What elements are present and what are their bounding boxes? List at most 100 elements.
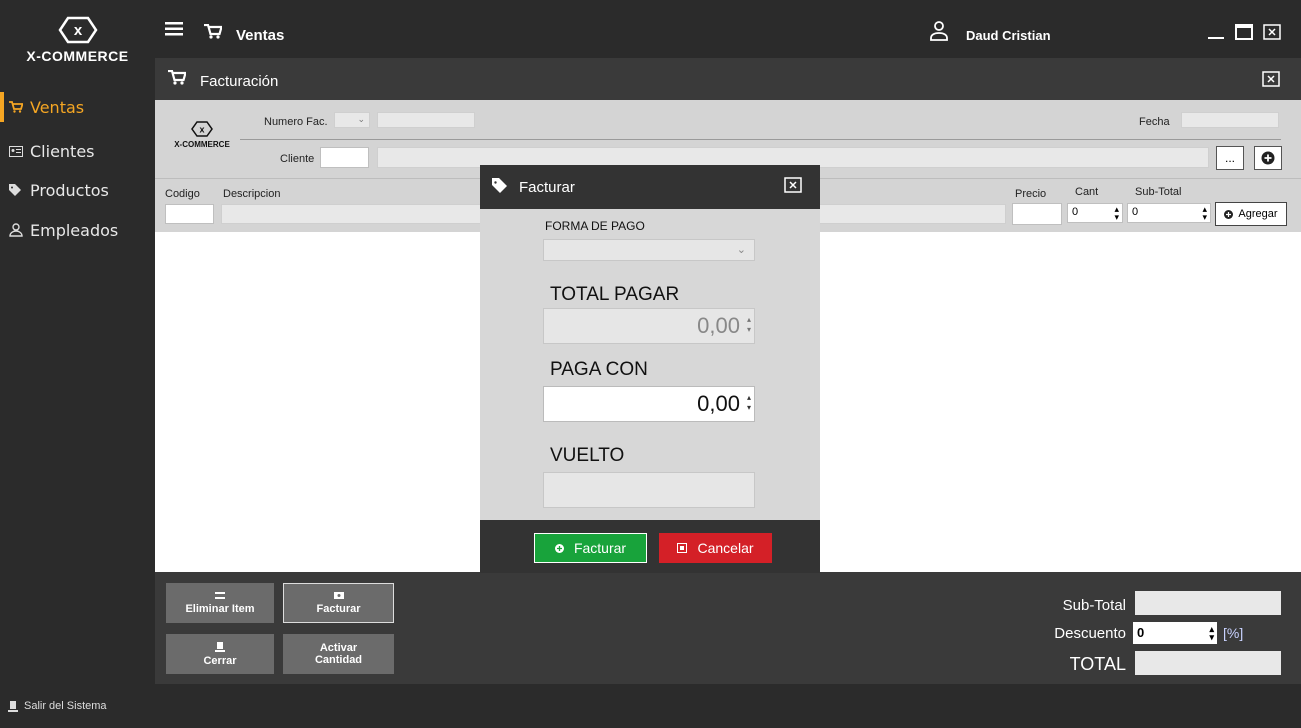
cerrar-button[interactable]: Cerrar (166, 634, 274, 674)
forma-pago-label: FORMA DE PAGO (545, 219, 645, 233)
spinner-icon: ▴ ▾ (746, 315, 751, 334)
svg-text:x: x (199, 125, 204, 135)
small-brand-name: X-COMMERCE (174, 140, 230, 149)
numero-fac-select[interactable]: ⌄ (334, 112, 370, 128)
cant-label: Cant (1075, 186, 1099, 198)
close-icon (677, 543, 688, 553)
cliente-search-label: ... (1224, 151, 1235, 165)
spinner-icon[interactable]: ▴ ▾ (1209, 625, 1214, 642)
id-card-icon (8, 143, 24, 159)
user-icon (929, 21, 949, 41)
codigo-input[interactable] (165, 204, 214, 224)
subtotal-label: Sub-Total (1135, 186, 1182, 198)
sidebar-item-ventas[interactable]: Ventas (0, 92, 155, 122)
close-icon[interactable] (1263, 24, 1281, 40)
cart-icon (168, 70, 186, 85)
spinner-icon[interactable]: ▴ ▾ (1202, 205, 1207, 222)
close-icon[interactable] (784, 177, 802, 193)
logout-label: Salir del Sistema (24, 700, 107, 712)
descripcion-label: Descripcion (223, 188, 281, 200)
precio-input[interactable] (1012, 203, 1062, 225)
paga-con-value: 0,00 (697, 391, 740, 416)
minimize-icon[interactable] (1207, 24, 1225, 40)
cart-icon (204, 24, 222, 39)
brand-name: X-COMMERCE (26, 48, 129, 64)
codigo-label: Codigo (165, 188, 200, 200)
descuento-stepper[interactable]: 0 ▴ ▾ (1133, 622, 1217, 644)
spinner-icon[interactable]: ▴ ▾ (1114, 205, 1119, 222)
total-pagar-field: 0,00 ▴ ▾ (543, 308, 755, 344)
exit-icon (8, 700, 18, 712)
plus-circle-icon (1261, 151, 1275, 165)
vuelto-label: VUELTO (550, 445, 625, 466)
fecha-input[interactable] (1181, 112, 1279, 128)
cant-value: 0 (1072, 206, 1079, 218)
numero-fac-label: Numero Fac. (264, 116, 328, 128)
facturar-dialog (480, 165, 820, 573)
x-commerce-logo-icon: x (191, 120, 213, 138)
confirm-facturar-label: Facturar (573, 540, 627, 556)
plus-circle-icon (1224, 209, 1234, 219)
total-field (1135, 651, 1281, 675)
window-header (155, 58, 1301, 100)
cancelar-button[interactable]: Cancelar (659, 533, 772, 563)
top-bar (155, 0, 1301, 58)
cantidad-label: Cantidad (314, 654, 363, 666)
facturar-label: Facturar (316, 602, 361, 615)
cant-stepper[interactable]: 0 ▴ ▾ (1067, 203, 1123, 223)
sidebar-item-empleados[interactable]: Empleados (0, 215, 155, 245)
footer-bar (0, 684, 1301, 728)
percent-label: [%] (1223, 625, 1244, 641)
user-name[interactable]: Daud Cristian (966, 28, 1051, 43)
forma-pago-select[interactable]: ⌄ (543, 239, 755, 261)
cart-icon (8, 99, 24, 115)
descuento-value: 0 (1137, 625, 1145, 640)
chevron-down-icon: ⌄ (357, 114, 365, 124)
confirm-facturar-button[interactable]: Facturar (534, 533, 647, 563)
subtotal-total-label: Sub-Total (1062, 597, 1126, 614)
hamburger-menu-icon[interactable] (165, 22, 183, 36)
agregar-button[interactable]: Agregar (1215, 202, 1287, 226)
module-title: Ventas (236, 27, 285, 44)
fecha-label: Fecha (1139, 116, 1170, 128)
subtotal-stepper[interactable]: 0 ▴ ▾ (1127, 203, 1211, 223)
sidebar-item-label: Clientes (30, 141, 95, 161)
x-commerce-logo-icon: x (57, 14, 98, 46)
spinner-icon[interactable]: ▴ ▾ (747, 393, 751, 413)
exit-icon (215, 641, 225, 652)
tag-icon (8, 182, 24, 198)
logout-button[interactable]: Salir del Sistema (8, 700, 107, 712)
paga-con-label: PAGA CON (550, 359, 648, 380)
chevron-down-icon: ⌄ (736, 244, 746, 256)
subtotal-value: 0 (1132, 206, 1139, 218)
tags-icon (492, 178, 510, 194)
svg-text:x: x (73, 22, 82, 39)
paga-con-stepper[interactable]: 0,00 ▴ ▾ (543, 386, 755, 422)
maximize-icon[interactable] (1235, 24, 1253, 40)
user-icon (8, 222, 24, 238)
plus-circle-icon (554, 543, 564, 553)
sidebar-item-clientes[interactable]: Clientes (0, 136, 155, 166)
cash-icon (333, 591, 344, 599)
subtotal-total-field (1135, 591, 1281, 615)
cliente-code-input[interactable] (320, 147, 369, 168)
add-client-button[interactable] (1254, 146, 1282, 170)
total-label: TOTAL (1069, 654, 1126, 674)
equals-icon (215, 591, 225, 599)
descuento-label: Descuento (1054, 625, 1126, 642)
numero-fac-input[interactable] (377, 112, 475, 128)
close-icon[interactable] (1262, 71, 1280, 87)
divider (240, 139, 1281, 140)
agregar-label: Agregar (1238, 208, 1278, 220)
brand: x X-COMMERCE (0, 14, 155, 64)
cliente-label: Cliente (280, 153, 315, 165)
eliminar-item-button[interactable]: Eliminar Item (166, 583, 274, 623)
precio-label: Precio (1015, 188, 1047, 200)
total-pagar-label: TOTAL PAGAR (550, 284, 680, 305)
activar-cantidad-button[interactable]: Activar Cantidad (283, 634, 394, 674)
cliente-search-button[interactable]: ... (1216, 146, 1244, 170)
sidebar-item-productos[interactable]: Productos (0, 175, 155, 205)
facturar-button[interactable]: Facturar (283, 583, 394, 623)
activar-label: Activar (319, 642, 358, 654)
sidebar-item-label: Ventas (30, 97, 85, 117)
